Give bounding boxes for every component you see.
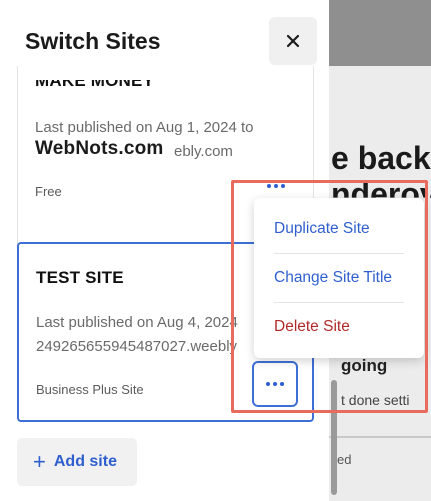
add-site-button[interactable]: + Add site	[17, 438, 137, 486]
panel-title: Switch Sites	[25, 28, 161, 54]
more-dots-icon	[266, 382, 284, 386]
scrollbar-thumb[interactable]	[331, 380, 337, 495]
background-text-2: ed	[337, 452, 352, 467]
site-title: TEST SITE	[36, 268, 124, 287]
site-plan: Free	[35, 184, 62, 199]
add-site-label: Add site	[53, 453, 117, 470]
menu-divider	[274, 253, 404, 254]
menu-divider	[274, 302, 404, 303]
menu-item-delete-site[interactable]: Delete Site	[274, 318, 350, 336]
background-header	[329, 0, 431, 66]
watermark-logo: WebNots.com	[35, 138, 164, 159]
site-url: 2492656559454870​27.weebly	[36, 338, 238, 355]
close-button[interactable]	[269, 17, 317, 65]
site-url: ebly.com	[174, 143, 233, 160]
more-dots-icon	[267, 184, 285, 188]
site-title: MAKE MONEY	[35, 71, 155, 90]
site-options-menu: Duplicate Site Change Site Title Delete …	[254, 198, 424, 358]
site-plan: Business Plus Site	[36, 382, 144, 397]
menu-item-duplicate-site[interactable]: Duplicate Site	[274, 220, 370, 238]
plus-icon: +	[33, 449, 46, 474]
close-icon	[286, 34, 300, 48]
site-more-options-button[interactable]	[252, 361, 298, 407]
background-subheading: going	[341, 356, 388, 375]
site-more-options-button[interactable]	[256, 172, 296, 200]
background-text: t done setti	[341, 392, 410, 408]
site-published-text: Last published on Aug 1, 2024 to	[35, 119, 254, 136]
menu-item-change-site-title[interactable]: Change Site Title	[274, 269, 392, 287]
background-headline-line1: e back	[331, 140, 431, 176]
site-published-text: Last published on Aug 4, 2024	[36, 314, 238, 331]
background-divider	[329, 436, 431, 438]
